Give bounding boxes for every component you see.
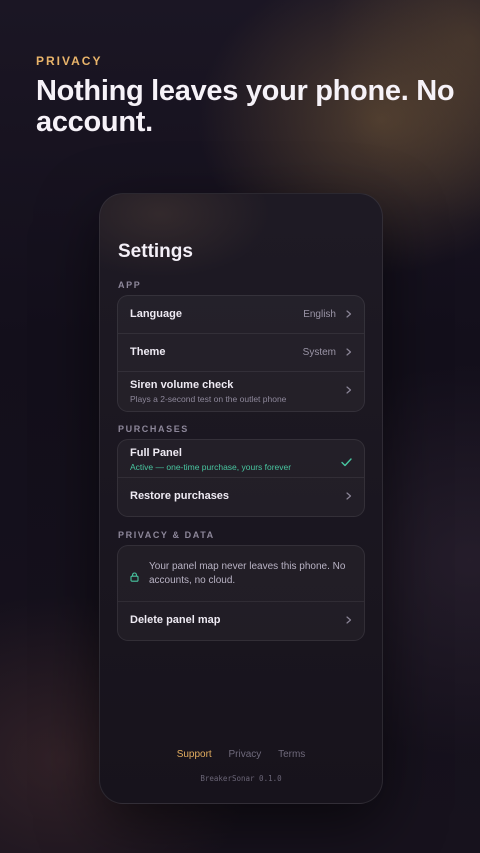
restore-purchases-row[interactable]: Restore purchases [118,478,364,516]
section-label-privacy: PRIVACY & DATA [118,530,215,540]
promo-headline: Nothing leaves your phone. No account. [36,75,455,138]
support-link[interactable]: Support [177,749,212,760]
app-version: BreakerSonar 0.1.0 [200,774,282,783]
purchases-card: Full Panel Active — one-time purchase, y… [117,439,365,517]
language-row[interactable]: Language English [118,296,364,334]
promo-eyebrow: PRIVACY [36,54,103,68]
chevron-right-icon [346,348,352,356]
privacy-note-text: Your panel map never leaves this phone. … [149,561,346,586]
row-subtitle: Plays a 2-second test on the outlet phon… [130,394,287,404]
check-icon [341,454,352,472]
page-title: Settings [118,241,193,262]
theme-row[interactable]: Theme System [118,334,364,372]
phone-mockup: Settings APP Language English Theme Syst… [99,193,383,804]
row-value: English [303,309,336,320]
full-panel-row[interactable]: Full Panel Active — one-time purchase, y… [118,440,364,478]
privacy-link[interactable]: Privacy [229,749,262,760]
row-title: Full Panel [130,447,182,459]
chevron-right-icon [346,386,352,394]
lock-icon [130,569,139,587]
section-label-app: APP [118,280,142,290]
row-title: Theme [130,346,166,358]
terms-link[interactable]: Terms [278,749,305,760]
chevron-right-icon [346,616,352,624]
app-settings-card: Language English Theme System Siren volu… [117,295,365,412]
row-title: Restore purchases [130,490,230,502]
footer-links: Support Privacy Terms [100,749,382,760]
row-title: Siren volume check [130,379,234,391]
siren-volume-check-row[interactable]: Siren volume check Plays a 2-second test… [118,372,364,411]
section-label-purchases: PURCHASES [118,424,189,434]
purchase-status-text: Active — one-time purchase, yours foreve… [130,462,292,472]
chevron-right-icon [346,310,352,318]
delete-panel-map-row[interactable]: Delete panel map [118,602,364,640]
row-value: System [302,347,336,358]
privacy-note: Your panel map never leaves this phone. … [118,546,364,602]
chevron-right-icon [346,492,352,500]
row-title: Language [130,308,182,320]
privacy-card: Your panel map never leaves this phone. … [117,545,365,641]
row-title: Delete panel map [130,614,221,626]
